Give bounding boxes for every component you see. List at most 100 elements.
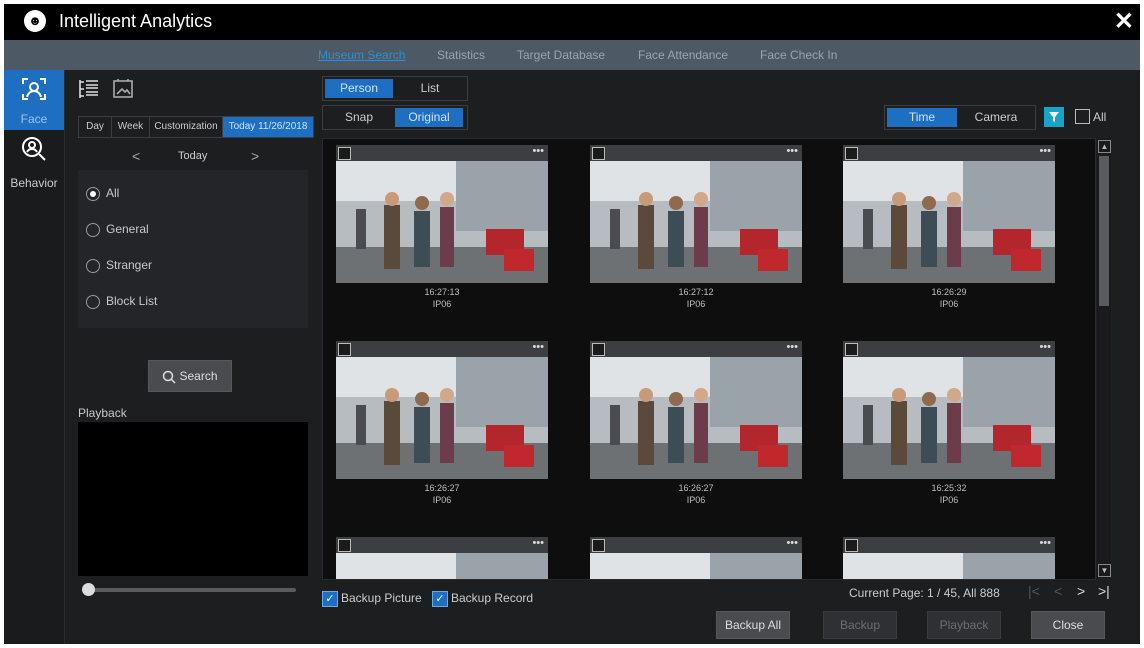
backup-all-button[interactable]: Backup All — [716, 611, 790, 639]
radio-general[interactable]: General — [86, 222, 149, 242]
next-page-icon[interactable]: > — [1077, 583, 1085, 599]
result-card[interactable]: ••• — [843, 145, 1055, 283]
mode-list[interactable]: List — [395, 79, 465, 98]
more-icon[interactable]: ••• — [786, 341, 798, 353]
result-card[interactable]: ••• — [590, 341, 802, 479]
scroll-thumb[interactable] — [1099, 156, 1109, 306]
date-label: Today — [178, 150, 208, 162]
more-icon[interactable]: ••• — [532, 145, 544, 157]
result-card[interactable]: ••• — [590, 145, 802, 283]
scroll-down-icon[interactable]: ▼ — [1098, 564, 1111, 577]
mode-person[interactable]: Person — [325, 79, 393, 98]
card-select-checkbox[interactable] — [845, 539, 858, 552]
playback-progress-handle[interactable] — [82, 583, 95, 596]
result-card[interactable]: ••• — [336, 145, 548, 283]
tab-face-check-in[interactable]: Face Check In — [760, 48, 837, 62]
card-select-checkbox[interactable] — [592, 147, 605, 160]
period-week[interactable]: Week — [111, 116, 150, 138]
top-nav: Museum Search Statistics Target Database… — [4, 40, 1140, 70]
card-select-checkbox[interactable] — [845, 343, 858, 356]
type-switch: Snap Original — [322, 105, 468, 130]
select-all-checkbox[interactable] — [1075, 109, 1090, 124]
radio-block-list[interactable]: Block List — [86, 294, 157, 314]
snapshot-image[interactable] — [843, 161, 1055, 283]
tab-statistics[interactable]: Statistics — [437, 48, 485, 62]
snapshot-time: 16:27:13 — [424, 287, 460, 297]
result-card[interactable]: ••• — [843, 341, 1055, 479]
snapshot-image[interactable] — [336, 161, 548, 283]
more-icon[interactable]: ••• — [532, 537, 544, 549]
playback-video[interactable] — [78, 422, 308, 576]
backup-picture-checkbox[interactable]: ✓ Backup Picture — [322, 591, 422, 607]
radio-stranger[interactable]: Stranger — [86, 258, 152, 278]
image-view-icon[interactable] — [112, 78, 134, 100]
playback-button[interactable]: Playback — [927, 611, 1001, 639]
period-day[interactable]: Day — [78, 116, 112, 138]
more-icon[interactable]: ••• — [1039, 145, 1051, 157]
sort-time[interactable]: Time — [887, 108, 957, 127]
snapshot-image[interactable] — [590, 357, 802, 479]
snapshot-image[interactable] — [336, 553, 548, 579]
rail-item-face[interactable]: Face — [4, 70, 64, 130]
results-scrollbar[interactable]: ▲ ▼ — [1097, 138, 1111, 578]
radio-circle — [86, 258, 100, 273]
card-select-checkbox[interactable] — [592, 343, 605, 356]
card-select-checkbox[interactable] — [338, 343, 351, 356]
search-button[interactable]: Search — [148, 360, 232, 392]
snapshot-time: 16:26:27 — [678, 483, 714, 493]
backup-record-label: Backup Record — [451, 591, 534, 606]
result-card[interactable]: ••• — [336, 341, 548, 479]
type-snap[interactable]: Snap — [325, 108, 393, 127]
close-button[interactable]: Close — [1031, 611, 1105, 639]
mode-switch: Person List — [322, 76, 468, 101]
select-all-label: All — [1093, 110, 1107, 124]
next-day-arrow[interactable]: > — [251, 148, 259, 164]
snapshot-image[interactable] — [590, 553, 802, 579]
snapshot-image[interactable] — [590, 161, 802, 283]
card-select-checkbox[interactable] — [592, 539, 605, 552]
rail-label-behavior: Behavior — [10, 176, 58, 190]
result-card[interactable]: ••• — [843, 537, 1055, 579]
snapshot-image[interactable] — [843, 553, 1055, 579]
snapshot-camera: IP06 — [686, 299, 706, 309]
card-select-checkbox[interactable] — [338, 147, 351, 160]
title-bar: ☻ Intelligent Analytics ✕ — [4, 4, 1140, 40]
scroll-up-icon[interactable]: ▲ — [1098, 140, 1111, 153]
list-view-icon[interactable] — [78, 78, 100, 100]
snapshot-image[interactable] — [843, 357, 1055, 479]
snapshot-image[interactable] — [336, 357, 548, 479]
snapshot-camera: IP06 — [939, 299, 959, 309]
sort-camera[interactable]: Camera — [959, 108, 1033, 127]
card-select-checkbox[interactable] — [845, 147, 858, 160]
last-page-icon[interactable]: >| — [1098, 583, 1110, 599]
period-today-date[interactable]: Today 11/26/2018 — [222, 116, 314, 138]
snapshot-camera: IP06 — [686, 495, 706, 505]
more-icon[interactable]: ••• — [532, 341, 544, 353]
close-icon[interactable]: ✕ — [1114, 7, 1134, 36]
radio-all[interactable]: All — [86, 186, 119, 206]
backup-button[interactable]: Backup — [823, 611, 897, 639]
type-original[interactable]: Original — [395, 108, 463, 127]
more-icon[interactable]: ••• — [786, 537, 798, 549]
check-icon: ✓ — [322, 591, 338, 607]
prev-day-arrow[interactable]: < — [132, 148, 140, 164]
card-header: ••• — [590, 145, 802, 161]
first-page-icon[interactable]: |< — [1028, 583, 1040, 599]
result-card[interactable]: ••• — [336, 537, 548, 579]
playback-progress-track[interactable] — [86, 588, 296, 592]
search-button-label: Search — [179, 369, 218, 383]
backup-record-checkbox[interactable]: ✓ Backup Record — [432, 591, 533, 607]
period-customization[interactable]: Customization — [149, 116, 223, 138]
card-header: ••• — [843, 145, 1055, 161]
more-icon[interactable]: ••• — [1039, 537, 1051, 549]
tab-museum-search[interactable]: Museum Search — [318, 48, 405, 62]
tab-target-database[interactable]: Target Database — [517, 48, 605, 62]
more-icon[interactable]: ••• — [786, 145, 798, 157]
filter-button[interactable] — [1044, 107, 1064, 127]
more-icon[interactable]: ••• — [1039, 341, 1051, 353]
rail-item-behavior[interactable]: Behavior — [4, 132, 64, 192]
tab-face-attendance[interactable]: Face Attendance — [638, 48, 728, 62]
result-card[interactable]: ••• — [590, 537, 802, 579]
prev-page-icon[interactable]: < — [1054, 583, 1062, 599]
card-select-checkbox[interactable] — [338, 539, 351, 552]
